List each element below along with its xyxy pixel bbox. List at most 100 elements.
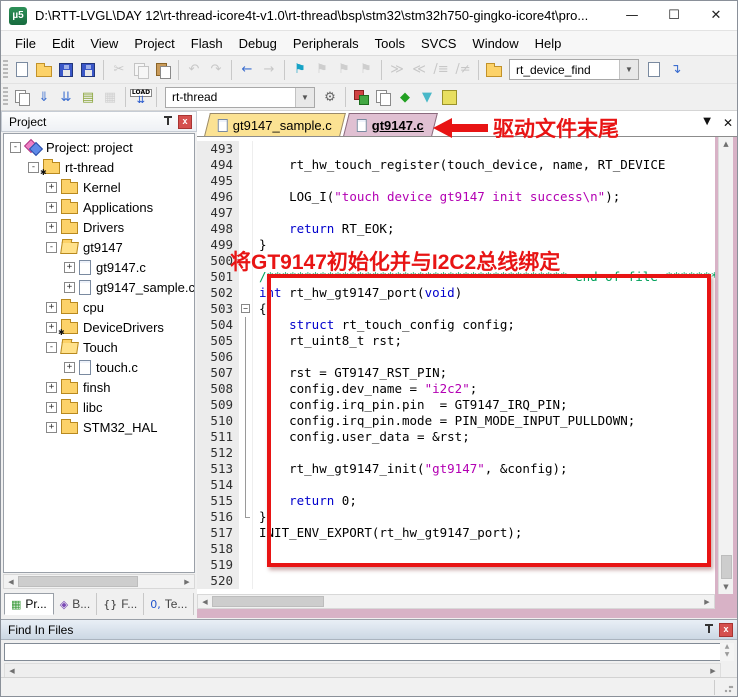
open-folder-icon[interactable] (33, 59, 55, 81)
scroll-right-icon[interactable]: ▶ (700, 598, 714, 606)
menu-item-tools[interactable]: Tools (367, 33, 413, 54)
tree-item-gt9147[interactable]: -gt9147 (4, 237, 194, 257)
find-results-list[interactable] (4, 643, 721, 661)
find-results-hscrollbar[interactable]: ◀ ▶ (4, 663, 721, 678)
editor-hscrollbar[interactable]: ◀ ▶ (197, 594, 715, 609)
undo-icon[interactable]: ↶ (183, 59, 205, 81)
new-file-icon[interactable] (11, 59, 33, 81)
scroll-left-icon[interactable]: ◀ (198, 598, 212, 606)
tree-item-libc[interactable]: +libc (4, 397, 194, 417)
batch-build-icon[interactable]: ▤ (77, 86, 99, 108)
chevron-down-icon[interactable]: ▼ (619, 60, 638, 79)
tree-item-touch-c[interactable]: +touch.c (4, 357, 194, 377)
tree-item-applications[interactable]: +Applications (4, 197, 194, 217)
tree-item-devicedrivers[interactable]: +DeviceDrivers (4, 317, 194, 337)
tree-expander-icon[interactable]: - (10, 142, 21, 153)
find-in-files-icon[interactable] (483, 59, 505, 81)
project-panel-close-icon[interactable]: x (178, 115, 192, 129)
minimize-button[interactable]: — (611, 1, 653, 30)
tree-expander-icon[interactable]: + (46, 322, 57, 333)
tree-expander-icon[interactable]: + (46, 402, 57, 413)
editor-tab-gt9147-sample-c[interactable]: gt9147_sample.c (204, 113, 346, 136)
stop-build-icon[interactable]: ▦ (99, 86, 121, 108)
menu-item-view[interactable]: View (82, 33, 126, 54)
find-in-document-icon[interactable] (643, 59, 665, 81)
tree-expander-icon[interactable]: + (64, 282, 75, 293)
tree-expander-icon[interactable]: + (64, 262, 75, 273)
translate-icon[interactable] (11, 86, 33, 108)
tree-item-cpu[interactable]: +cpu (4, 297, 194, 317)
comment-icon[interactable]: /≡ (430, 59, 452, 81)
code-area[interactable]: 493494 rt_hw_touch_register(touch_device… (197, 137, 715, 594)
find-panel-close-icon[interactable]: x (719, 623, 733, 637)
fold-margin[interactable]: − (239, 301, 253, 317)
tree-expander-icon[interactable]: + (46, 382, 57, 393)
redo-icon[interactable]: ↷ (205, 59, 227, 81)
tree-item-stm32-hal[interactable]: +STM32_HAL (4, 417, 194, 437)
panel-tab-templates[interactable]: 0,Te... (144, 593, 194, 615)
menu-item-file[interactable]: File (7, 33, 44, 54)
resize-grip[interactable] (724, 683, 734, 693)
menu-item-debug[interactable]: Debug (231, 33, 285, 54)
uncomment-icon[interactable]: /≠ (452, 59, 474, 81)
scroll-right-icon[interactable]: ▶ (180, 578, 194, 586)
scroll-left-icon[interactable]: ◀ (5, 667, 19, 675)
tree-expander-icon[interactable]: + (46, 302, 57, 313)
build-icon[interactable]: ⇓ (33, 86, 55, 108)
tree-item-touch[interactable]: -Touch (4, 337, 194, 357)
editor-vscrollbar[interactable]: ▲ ▼ (718, 137, 733, 594)
paste-icon[interactable] (152, 59, 174, 81)
tree-item-rt-thread[interactable]: -rt-thread (4, 157, 194, 177)
scrollbar-thumb[interactable] (212, 596, 324, 607)
nav-forward-icon[interactable]: → (258, 59, 280, 81)
search-combobox[interactable]: rt_device_find▼ (509, 59, 639, 80)
window-layers-icon[interactable] (372, 86, 394, 108)
panel-tab-functions[interactable]: {}F... (97, 593, 144, 615)
configure-wand-icon[interactable]: ⚙ (319, 86, 341, 108)
scroll-up-icon[interactable]: ▲ (719, 137, 733, 151)
scrollbar-thumb[interactable] (721, 555, 732, 579)
tree-expander-icon[interactable]: - (46, 342, 57, 353)
document-close-icon[interactable]: ✕ (723, 116, 733, 130)
menu-item-project[interactable]: Project (126, 33, 182, 54)
download-icon[interactable]: LOAD⇊ (130, 86, 152, 108)
tree-expander-icon[interactable]: + (46, 202, 57, 213)
menu-item-help[interactable]: Help (527, 33, 570, 54)
pin-icon[interactable] (161, 115, 175, 129)
pack-installer-icon[interactable] (438, 86, 460, 108)
project-tree-hscrollbar[interactable]: ◀ ▶ (3, 574, 195, 589)
file-filter-icon[interactable]: ▼ (416, 86, 438, 108)
copy-icon[interactable] (130, 59, 152, 81)
tree-expander-icon[interactable]: - (46, 242, 57, 253)
fold-collapse-icon[interactable]: − (241, 304, 250, 313)
cut-icon[interactable]: ✂ (108, 59, 130, 81)
menu-item-flash[interactable]: Flash (183, 33, 231, 54)
manage-rte-icon[interactable]: ◆ (394, 86, 416, 108)
maximize-button[interactable]: ☐ (653, 1, 695, 30)
menu-item-edit[interactable]: Edit (44, 33, 82, 54)
scrollbar-thumb[interactable] (18, 576, 138, 587)
close-button[interactable]: ✕ (695, 1, 737, 30)
menu-item-peripherals[interactable]: Peripherals (285, 33, 367, 54)
tree-item-gt9147-c[interactable]: +gt9147.c (4, 257, 194, 277)
bookmark-prev-icon[interactable]: ⚑ (311, 59, 333, 81)
toolbar-drag-handle[interactable] (3, 60, 8, 80)
tree-expander-icon[interactable]: + (64, 362, 75, 373)
tree-item-gt9147-sample-c[interactable]: +gt9147_sample.c (4, 277, 194, 297)
save-all-icon[interactable] (77, 59, 99, 81)
tab-list-dropdown-icon[interactable]: ▼ (703, 116, 711, 130)
nav-back-icon[interactable]: ← (236, 59, 258, 81)
pin-icon[interactable] (702, 623, 716, 637)
find-results-vscrollbar[interactable]: ▲▼ (720, 643, 734, 661)
tree-expander-icon[interactable]: + (46, 182, 57, 193)
tree-item-project-project[interactable]: -Project: project (4, 137, 194, 157)
incremental-find-icon[interactable]: ↴ (665, 59, 687, 81)
outdent-icon[interactable]: ≪ (408, 59, 430, 81)
panel-tab-project[interactable]: ▦Pr... (4, 593, 54, 615)
editor-tab-gt9147-c[interactable]: gt9147.c (343, 113, 438, 136)
target-select-combobox[interactable]: rt-thread▼ (165, 87, 315, 108)
bookmark-next-icon[interactable]: ⚑ (333, 59, 355, 81)
target-options-icon[interactable] (350, 86, 372, 108)
tree-item-finsh[interactable]: +finsh (4, 377, 194, 397)
scroll-right-icon[interactable]: ▶ (706, 667, 720, 675)
